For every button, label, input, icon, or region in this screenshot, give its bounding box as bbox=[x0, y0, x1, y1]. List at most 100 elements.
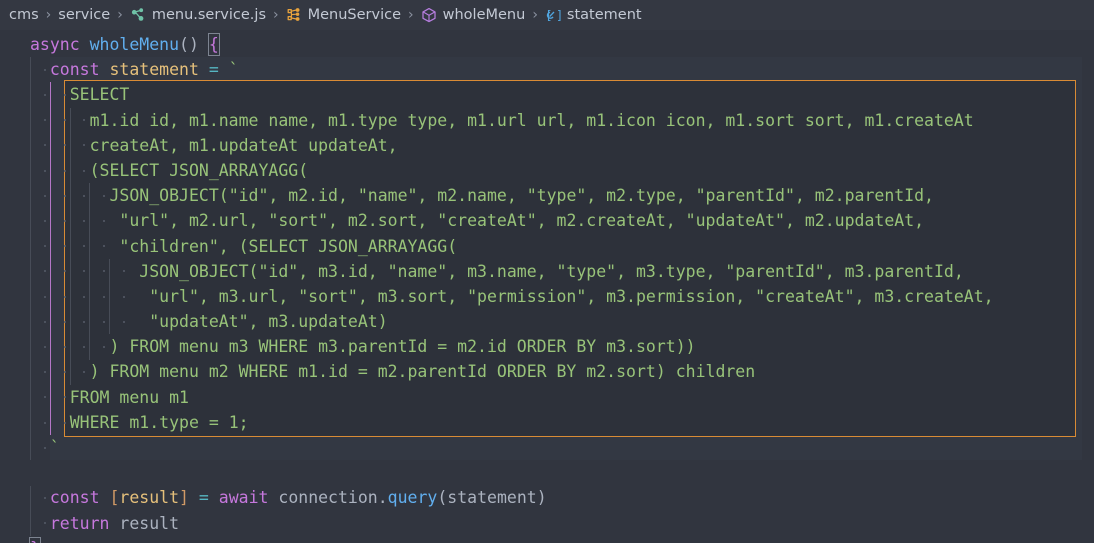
indent-guide bbox=[30, 82, 31, 108]
indent-guide bbox=[69, 359, 71, 385]
breadcrumb-item-label: wholeMenu bbox=[442, 7, 526, 23]
whitespace-dot bbox=[43, 421, 46, 424]
code-content[interactable]: async wholeMenu() { const statement = ` … bbox=[29, 32, 994, 543]
code-line[interactable]: (SELECT JSON_ARRAYAGG( bbox=[30, 158, 994, 183]
code-line[interactable]: SELECT bbox=[30, 82, 994, 107]
whitespace-dot bbox=[63, 295, 66, 298]
active-indent-guide bbox=[49, 284, 51, 310]
code-token: ` bbox=[49, 438, 60, 457]
active-indent-guide bbox=[49, 334, 51, 360]
code-line[interactable]: } bbox=[29, 536, 994, 543]
code-line[interactable]: ` bbox=[30, 435, 994, 460]
whitespace-dot bbox=[123, 320, 126, 323]
active-indent-guide bbox=[49, 158, 51, 184]
code-token: ` bbox=[228, 60, 239, 80]
indent-guide bbox=[89, 183, 91, 209]
code-line[interactable]: return result bbox=[30, 511, 994, 536]
whitespace-dot bbox=[43, 194, 46, 197]
whitespace-dot bbox=[63, 194, 66, 197]
active-indent-guide bbox=[49, 359, 51, 385]
code-line[interactable]: WHERE m1.type = 1; bbox=[30, 410, 994, 435]
code-token: result bbox=[119, 513, 180, 533]
breadcrumb-item-statement[interactable]: []statement bbox=[544, 7, 643, 24]
indent-guide bbox=[30, 208, 31, 234]
indent-guide bbox=[30, 233, 31, 259]
code-token: const bbox=[49, 60, 100, 80]
code-line[interactable]: FROM menu m1 bbox=[30, 385, 994, 410]
code-line[interactable]: createAt, m1.updateAt updateAt, bbox=[30, 133, 994, 158]
code-line[interactable]: "children", (SELECT JSON_ARRAYAGG( bbox=[30, 234, 994, 259]
whitespace-dot bbox=[63, 245, 66, 248]
code-line[interactable]: ) FROM menu m3 WHERE m3.parentId = m2.id… bbox=[30, 334, 994, 359]
code-line[interactable]: "updateAt", m3.updateAt) bbox=[30, 309, 994, 334]
active-indent-guide bbox=[49, 258, 51, 284]
code-line[interactable]: "url", m2.url, "sort", m2.sort, "createA… bbox=[30, 208, 994, 233]
code-line[interactable] bbox=[30, 460, 994, 485]
code-token: JSON_OBJECT("id", m2.id, "name", m2.name… bbox=[109, 186, 934, 206]
code-token: = bbox=[208, 60, 219, 80]
active-indent-guide bbox=[49, 107, 51, 133]
whitespace-dot bbox=[43, 320, 46, 323]
code-token: () bbox=[179, 35, 199, 54]
breadcrumb-item-label: menu.service.js bbox=[151, 7, 266, 23]
code-token: JSON_OBJECT("id", m3.id, "name", m3.name… bbox=[129, 261, 964, 281]
code-token: SELECT bbox=[69, 85, 130, 105]
code-token: "url", m2.url, "sort", m2.sort, "createA… bbox=[109, 211, 925, 231]
indent-guide bbox=[69, 208, 71, 234]
code-token: statement bbox=[109, 60, 199, 80]
open-brace: { bbox=[207, 33, 220, 56]
code-line[interactable]: m1.id id, m1.name name, m1.type type, m1… bbox=[30, 108, 994, 133]
code-token: ) bbox=[536, 488, 547, 508]
code-line[interactable]: JSON_OBJECT("id", m2.id, "name", m2.name… bbox=[30, 183, 994, 208]
indent-guide bbox=[69, 107, 71, 133]
code-line[interactable]: JSON_OBJECT("id", m3.id, "name", m3.name… bbox=[30, 259, 994, 284]
indent-guide bbox=[30, 183, 31, 209]
code-token: [ bbox=[109, 488, 120, 508]
code-line[interactable]: const [result] = await connection.query(… bbox=[30, 485, 994, 510]
indent-guide bbox=[30, 410, 31, 436]
indent-guide bbox=[89, 208, 91, 234]
indent-guide bbox=[89, 334, 91, 360]
code-token: (SELECT JSON_ARRAYAGG( bbox=[89, 160, 309, 180]
indent-guide bbox=[89, 309, 91, 335]
code-token: "updateAt", m3.updateAt) bbox=[129, 312, 388, 332]
breadcrumb-item-menuservice[interactable]: MenuService bbox=[285, 7, 402, 24]
indent-guide bbox=[89, 233, 91, 259]
code-token: await bbox=[218, 488, 269, 508]
active-indent-guide bbox=[49, 410, 51, 436]
code-editor[interactable]: async wholeMenu() { const statement = ` … bbox=[0, 30, 1094, 543]
active-indent-guide bbox=[49, 132, 51, 158]
breadcrumb-item-menu-service-js[interactable]: menu.service.js bbox=[129, 7, 267, 24]
indent-guide bbox=[89, 284, 91, 310]
indent-guide bbox=[69, 309, 71, 335]
whitespace-dot bbox=[43, 346, 46, 348]
breadcrumb-separator: › bbox=[45, 7, 52, 23]
code-token: ) FROM menu m2 WHERE m1.id = m2.parentId… bbox=[89, 362, 756, 382]
whitespace-dot bbox=[63, 371, 66, 374]
breadcrumb-item-service[interactable]: service bbox=[57, 7, 111, 23]
breadcrumb-item-cms[interactable]: cms bbox=[8, 7, 40, 23]
active-indent-guide bbox=[49, 233, 51, 259]
code-line[interactable]: const statement = ` bbox=[30, 57, 994, 82]
code-line[interactable]: "url", m3.url, "sort", m3.sort, "permiss… bbox=[30, 284, 993, 309]
code-line[interactable]: async wholeMenu() { bbox=[30, 32, 994, 57]
breadcrumb-item-wholemenu[interactable]: wholeMenu bbox=[420, 7, 527, 24]
breadcrumb-item-label: statement bbox=[566, 7, 642, 23]
indent-guide bbox=[89, 258, 91, 284]
code-line[interactable]: ) FROM menu m2 WHERE m1.id = m2.parentId… bbox=[30, 359, 994, 384]
indent-guide bbox=[30, 258, 31, 284]
code-token: createAt, m1.updateAt updateAt, bbox=[89, 135, 398, 155]
svg-text:]: ] bbox=[556, 8, 561, 22]
indent-guide bbox=[69, 158, 71, 184]
code-token: FROM menu m1 bbox=[69, 387, 189, 407]
